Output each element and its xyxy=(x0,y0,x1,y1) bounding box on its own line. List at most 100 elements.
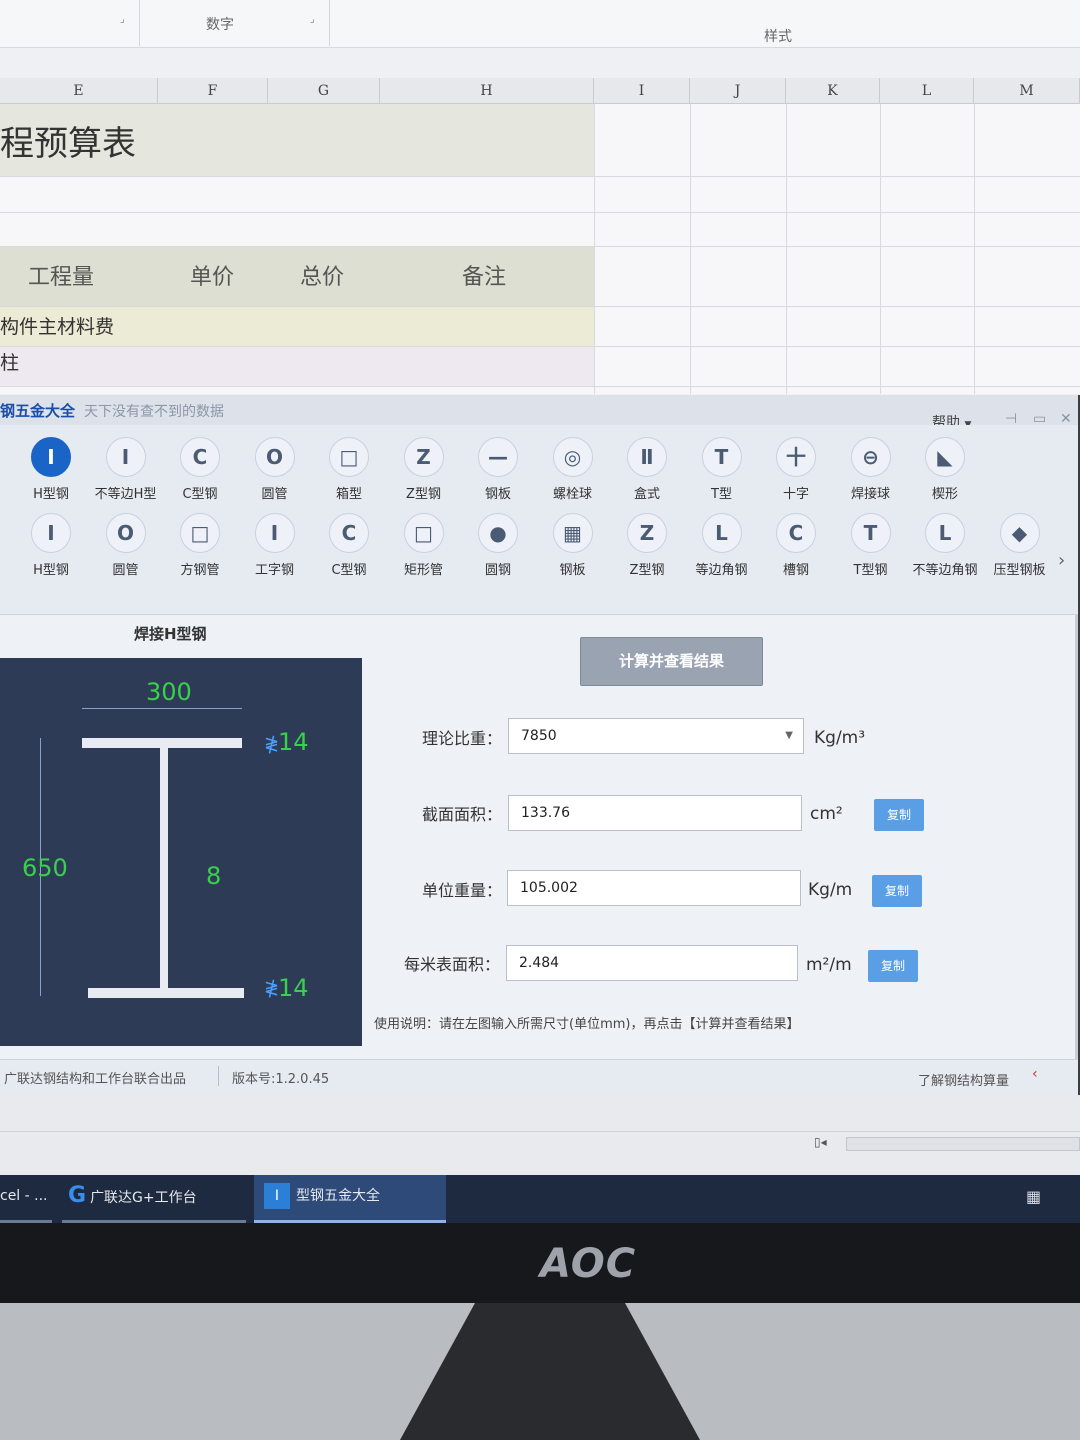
keyboard-icon[interactable]: ▦ xyxy=(1026,1187,1041,1206)
excel-lower-area: ▯◂ xyxy=(0,1095,1080,1175)
dialog-launcher-icon[interactable]: ⌟ xyxy=(120,14,125,25)
steel-plate-icon: — xyxy=(478,437,518,477)
width-dimension-line xyxy=(82,708,242,709)
tool-h-beam[interactable]: I H型钢 xyxy=(14,513,88,585)
dim-width[interactable]: 300 xyxy=(146,678,192,706)
calculate-button[interactable]: 计算并查看结果 xyxy=(580,637,763,686)
unequal-h-icon: I xyxy=(105,437,146,477)
dim-bottom-flange[interactable]: 14 xyxy=(278,974,309,1002)
tool-deck-plate[interactable]: ◆ 压型钢板 xyxy=(983,513,1057,585)
tool-box-type[interactable]: Ⅱ 盒式 xyxy=(610,437,684,509)
area-label: 截面面积： xyxy=(421,805,502,824)
tool-label: 圆管 xyxy=(261,487,288,502)
tool-square-pipe[interactable]: □ 方钢管 xyxy=(163,513,237,585)
dim-web[interactable]: 8 xyxy=(206,862,221,890)
tool-box-section[interactable]: □ 箱型 xyxy=(312,437,386,509)
column-header-l[interactable]: L xyxy=(880,78,974,104)
tool-label: C型钢 xyxy=(331,563,367,578)
learn-more-link[interactable]: 了解钢结构算量 xyxy=(918,1070,1009,1089)
tool-steel-plate[interactable]: — 钢板 xyxy=(461,437,535,509)
app-slogan: 天下没有查不到的数据 xyxy=(84,404,224,420)
tool-equal-angle[interactable]: L 等边角钢 xyxy=(685,513,759,585)
area-field[interactable]: 133.76 xyxy=(508,795,802,831)
tool-t-section[interactable]: T T型钢 xyxy=(834,513,908,585)
tool-label: 螺栓球 xyxy=(552,487,592,502)
copy-area-button[interactable]: 复制 xyxy=(874,799,924,831)
dialog-launcher-icon[interactable]: ⌟ xyxy=(310,14,315,25)
tool-bolt-ball[interactable]: ◎ 螺栓球 xyxy=(536,437,610,509)
i-beam-icon: I xyxy=(254,513,295,553)
tool-label: 矩形管 xyxy=(403,563,443,578)
tool-round-pipe[interactable]: O 圆管 xyxy=(89,513,163,585)
square-pipe-icon: □ xyxy=(180,513,220,553)
taskbar-item-steel-app[interactable]: I 型钢五金大全 xyxy=(254,1175,446,1223)
tool-h-beam[interactable]: I H型钢 xyxy=(14,437,88,509)
tool-round-bar[interactable]: ● 圆钢 xyxy=(461,513,535,585)
column-header-g[interactable]: G xyxy=(268,78,380,104)
tool-welded-ball[interactable]: ⊖ 焊接球 xyxy=(834,437,908,509)
tool-label: 压型钢板 xyxy=(993,563,1046,578)
cross-section-icon: 十 xyxy=(776,437,816,477)
weight-field[interactable]: 105.002 xyxy=(507,870,801,906)
dim-top-flange[interactable]: 14 xyxy=(278,728,309,756)
tool-z-section[interactable]: Z Z型钢 xyxy=(610,513,684,585)
column-header-j[interactable]: J xyxy=(690,78,786,104)
tool-cross-section[interactable]: 十十字 xyxy=(759,437,833,509)
tool-t-section[interactable]: T T型 xyxy=(685,437,759,509)
round-bar-icon: ● xyxy=(478,513,518,553)
surface-label: 每米表面积： xyxy=(403,955,500,974)
taskbar-label: cel - ... xyxy=(0,1188,48,1204)
copy-surface-button[interactable]: 复制 xyxy=(868,950,918,982)
wedge-icon: ◣ xyxy=(925,437,965,477)
taskbar-item-glodon[interactable]: G 广联达G+工作台 xyxy=(62,1175,246,1223)
copy-weight-button[interactable]: 复制 xyxy=(872,875,922,907)
tool-label: Z型钢 xyxy=(629,563,665,578)
tool-unequal-angle[interactable]: L 不等边角钢 xyxy=(908,513,982,585)
column-header-i[interactable]: I xyxy=(594,78,690,104)
header-quantity: 工程量 xyxy=(28,265,95,290)
tool-channel[interactable]: C 槽钢 xyxy=(759,513,833,585)
c-channel-icon: C xyxy=(180,437,220,477)
tool-label: 钢板 xyxy=(559,563,586,578)
taskbar-item-excel[interactable]: cel - ... xyxy=(0,1175,52,1223)
horizontal-scrollbar[interactable] xyxy=(846,1137,1080,1151)
column-header-k[interactable]: K xyxy=(786,78,880,104)
column-header-m[interactable]: M xyxy=(974,78,1080,104)
column-header-f[interactable]: F xyxy=(158,78,268,104)
tool-checker-plate[interactable]: ▦ 钢板 xyxy=(536,513,610,585)
header-total-price: 总价 xyxy=(300,265,345,290)
tool-c-channel[interactable]: C C型钢 xyxy=(163,437,237,509)
density-unit: Kg/m³ xyxy=(814,728,866,748)
tool-label: 圆管 xyxy=(112,563,139,578)
tool-label: C型钢 xyxy=(182,487,218,502)
t-section-icon: T xyxy=(850,513,891,553)
tool-i-beam[interactable]: I 工字钢 xyxy=(238,513,312,585)
tool-label: 钢板 xyxy=(484,487,511,502)
rect-pipe-icon: □ xyxy=(403,513,444,553)
tool-round-pipe[interactable]: O 圆管 xyxy=(238,437,312,509)
scroll-left-icon[interactable]: ▯◂ xyxy=(814,1135,827,1149)
tool-z-section[interactable]: Z Z型钢 xyxy=(387,437,461,509)
equal-angle-icon: L xyxy=(701,513,742,553)
steel-hardware-app-window: 钢五金大全 天下没有查不到的数据 帮助 ▼ ⊣ ▭ ✕ IH型钢I不等边H型CC… xyxy=(0,395,1078,1095)
collapse-icon[interactable]: ‹ xyxy=(1032,1066,1038,1082)
tool-unequal-h[interactable]: I 不等边H型 xyxy=(89,437,163,509)
dim-height[interactable]: 650 xyxy=(22,854,68,882)
tool-wedge[interactable]: ◣ 楔形 xyxy=(908,437,982,509)
round-pipe-icon: O xyxy=(254,437,295,477)
density-value: 7850 xyxy=(521,728,557,744)
column-header-h[interactable]: H xyxy=(380,78,594,104)
top-flange xyxy=(82,738,242,748)
tool-rect-pipe[interactable]: □ 矩形管 xyxy=(387,513,461,585)
chevron-right-icon[interactable]: › xyxy=(1058,550,1065,571)
tool-label: Z型钢 xyxy=(406,487,441,502)
density-select[interactable]: 7850 ▼ xyxy=(508,718,804,754)
weight-label: 单位重量： xyxy=(421,881,502,900)
tool-label: 不等边H型 xyxy=(94,487,157,502)
sheet-grid[interactable]: 程预算表 工程量 单价 总价 备注 构件主材料费 柱 xyxy=(0,104,1080,394)
column-header-e[interactable]: E xyxy=(0,78,158,104)
surface-field[interactable]: 2.484 xyxy=(506,945,798,981)
tool-c-channel[interactable]: C C型钢 xyxy=(312,513,386,585)
chevron-down-icon: ▼ xyxy=(785,730,793,741)
tool-label: 圆钢 xyxy=(484,563,511,578)
